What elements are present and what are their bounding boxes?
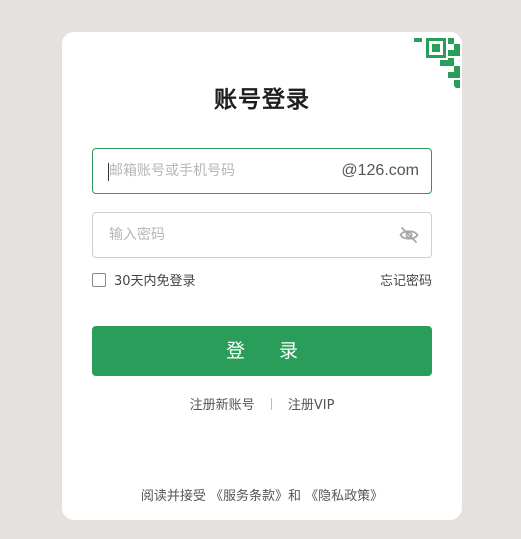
page-title: 账号登录 (214, 87, 310, 113)
email-field-box[interactable]: @126.com (92, 148, 432, 194)
agreement-conjunction: 和 (288, 489, 302, 504)
link-divider (270, 398, 272, 410)
agreement-prefix: 阅读并接受 (140, 489, 206, 504)
password-field-box[interactable] (92, 212, 432, 258)
remember-me-option[interactable]: 30天内免登录 (92, 270, 196, 289)
forgot-password-link[interactable]: 忘记密码 (380, 270, 432, 289)
privacy-policy-link[interactable]: 《隐私政策》 (305, 489, 383, 504)
register-vip-link[interactable]: 注册VIP (288, 398, 335, 413)
login-options-row: 30天内免登录 忘记密码 (92, 268, 432, 289)
remember-me-checkbox[interactable] (92, 272, 106, 287)
terms-of-service-link[interactable]: 《服务条款》 (210, 489, 288, 504)
login-card: 账号登录 @126.com 30天内免登录 忘记密码 登 录 注册新账号 注册V… (62, 32, 462, 520)
eye-hidden-icon[interactable] (399, 226, 419, 244)
email-domain-suffix: @126.com (341, 162, 419, 179)
login-button[interactable]: 登 录 (92, 326, 432, 376)
remember-me-label: 30天内免登录 (114, 274, 196, 289)
password-input[interactable] (109, 213, 379, 257)
email-input[interactable] (109, 149, 329, 193)
register-links: 注册新账号 注册VIP (62, 394, 462, 413)
agreement-text: 阅读并接受 《服务条款》和 《隐私政策》 (62, 485, 462, 504)
register-account-link[interactable]: 注册新账号 (190, 398, 255, 413)
